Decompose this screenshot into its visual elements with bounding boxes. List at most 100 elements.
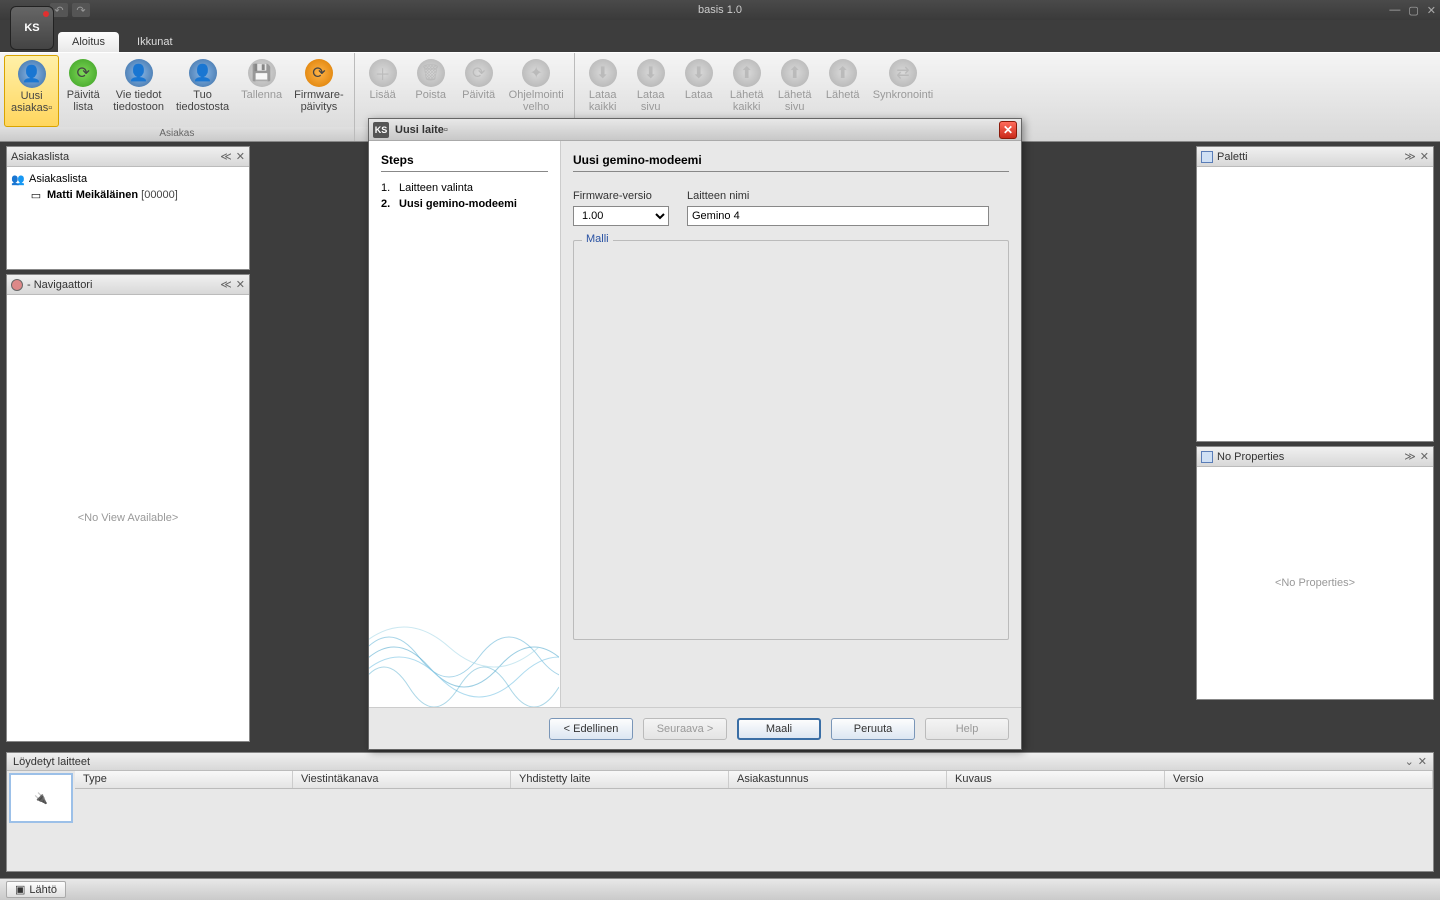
ribbon-group-label: Asiakas [0,127,354,141]
save-icon: 💾 [248,59,276,87]
col-version[interactable]: Versio [1165,771,1433,788]
close-button[interactable]: ✕ [1427,4,1436,17]
trash-icon: 🗑 [417,59,445,87]
no-view-placeholder: <No View Available> [7,512,249,524]
tree-item[interactable]: ▭ Matti Meikäläinen [00000] [11,187,245,203]
status-tab-output[interactable]: ▣ Lähtö [6,881,66,898]
customer-list-panel: Asiakaslista ≪ ✕ 👥 Asiakaslista ▭ Matti … [6,146,250,270]
panel-title: No Properties [1217,451,1400,463]
palette-panel: Paletti ≫ ✕ [1196,146,1434,442]
maximize-button[interactable]: ▢ [1408,4,1418,17]
export-button[interactable]: 👤 Vie tiedot tiedostoon [107,55,170,127]
dialog-title: Uusi laite▫ [395,124,999,136]
no-properties-placeholder: <No Properties> [1197,577,1433,589]
properties-icon [1201,451,1213,463]
firmware-update-button[interactable]: ⟳ Firmware- päivitys [288,55,350,127]
new-device-dialog: KS Uusi laite▫ ✕ Steps 1.Laitteen valint… [368,118,1022,750]
close-panel-button[interactable]: ✕ [236,278,245,291]
firmware-select[interactable]: 1.00 [573,206,669,226]
device-thumbnail[interactable]: 🔌 [9,773,73,823]
tab-ikkunat[interactable]: Ikkunat [123,32,186,52]
redo-button[interactable]: ↷ [72,3,90,17]
delete-button: 🗑 Poista [407,55,455,127]
collapse-button[interactable]: ≪ [220,150,232,163]
app-menu-button[interactable]: KS [10,6,54,50]
col-channel[interactable]: Viestintäkanava [293,771,511,788]
dialog-close-button[interactable]: ✕ [999,121,1017,139]
collapse-button[interactable]: ≫ [1404,150,1416,163]
send-page-button: ⬆Lähetäsivu [771,55,819,127]
found-devices-panel: Löydetyt laitteet ⌄ ✕ 🔌 Type Viestintäka… [6,752,1434,872]
minimize-button[interactable]: — [1389,4,1400,17]
tab-row: Aloitus Ikkunat [0,20,1440,52]
close-panel-button[interactable]: ✕ [1418,755,1427,768]
dialog-titlebar[interactable]: KS Uusi laite▫ ✕ [369,119,1021,141]
save-button[interactable]: 💾 Tallenna [235,55,288,127]
upload-icon: ⬆ [781,59,809,87]
refresh-button: ⟳ Päivitä [455,55,503,127]
finish-button[interactable]: Maali [737,718,821,740]
refresh-icon: ⟳ [465,59,493,87]
import-icon: 👤 [189,59,217,87]
wizard-icon: ✦ [522,59,550,87]
step-1: 1.Laitteen valinta [381,182,548,194]
col-connected[interactable]: Yhdistetty laite [511,771,729,788]
close-panel-button[interactable]: ✕ [1420,150,1429,163]
col-customerid[interactable]: Asiakastunnus [729,771,947,788]
col-type[interactable]: Type [75,771,293,788]
sync-button: ⇄Synkronointi [867,55,940,127]
collapse-button[interactable]: ⌄ [1405,755,1414,768]
tab-aloitus[interactable]: Aloitus [58,32,119,52]
load-page-button: ⬇Lataasivu [627,55,675,127]
new-customer-button[interactable]: 👤 Uusi asiakas▫ [4,55,59,127]
tree-root[interactable]: 👥 Asiakaslista [11,171,245,187]
group-icon: 👥 [11,172,25,186]
download-icon: ⬇ [637,59,665,87]
wizard-button: ✦ Ohjelmointi velho [503,55,570,127]
status-bar: ▣ Lähtö [0,878,1440,900]
panel-title: - Navigaattori [27,279,216,291]
dialog-app-icon: KS [373,122,389,138]
next-button: Seuraava > [643,718,727,740]
firmware-label: Firmware-versio [573,190,669,202]
panel-title: Paletti [1217,151,1400,163]
sync-icon: ⇄ [889,59,917,87]
import-button[interactable]: 👤 Tuo tiedostosta [170,55,235,127]
cancel-button[interactable]: Peruuta [831,718,915,740]
load-all-button: ⬇Lataakaikki [579,55,627,127]
upload-icon: ⬆ [829,59,857,87]
close-panel-button[interactable]: ✕ [236,150,245,163]
device-name-input[interactable] [687,206,989,226]
upload-icon: ⬆ [733,59,761,87]
close-panel-button[interactable]: ✕ [1420,450,1429,463]
template-fieldset: Malli [573,240,1009,640]
dialog-content-pane: Uusi gemino-modeemi Firmware-versio 1.00… [561,141,1021,707]
fieldset-legend: Malli [582,233,613,245]
device-name-label: Laitteen nimi [687,190,1009,202]
panel-title: Löydetyt laitteet [13,756,1401,768]
dialog-steps-pane: Steps 1.Laitteen valinta 2.Uusi gemino-m… [369,141,561,707]
col-description[interactable]: Kuvaus [947,771,1165,788]
ribbon-group-asiakas: 👤 Uusi asiakas▫ ⟳ Päivitä lista 👤 Vie ti… [0,53,355,141]
prev-button[interactable]: < Edellinen [549,718,633,740]
nav-icon [11,279,23,291]
dialog-button-bar: < Edellinen Seuraava > Maali Peruuta Hel… [369,707,1021,749]
customer-tree: 👥 Asiakaslista ▭ Matti Meikäläinen [0000… [7,167,249,207]
found-devices-table: Type Viestintäkanava Yhdistetty laite As… [75,771,1433,825]
device-icon: 🔌 [34,792,48,805]
add-button: ＋ Lisää [359,55,407,127]
collapse-button[interactable]: ≪ [220,278,232,291]
send-all-button: ⬆Lähetäkaikki [723,55,771,127]
panel-title: Asiakaslista [11,151,216,163]
export-icon: 👤 [125,59,153,87]
collapse-button[interactable]: ≫ [1404,450,1416,463]
refresh-list-button[interactable]: ⟳ Päivitä lista [59,55,107,127]
steps-header: Steps [381,153,548,172]
firmware-icon: ⟳ [305,59,333,87]
titlebar: ↶ ↷ basis 1.0 — ▢ ✕ [0,0,1440,20]
refresh-icon: ⟳ [69,59,97,87]
person-add-icon: 👤 [18,60,46,88]
navigator-panel: - Navigaattori ≪ ✕ <No View Available> [6,274,250,742]
send-button: ⬆Lähetä [819,55,867,127]
app-title: basis 1.0 [698,4,742,16]
